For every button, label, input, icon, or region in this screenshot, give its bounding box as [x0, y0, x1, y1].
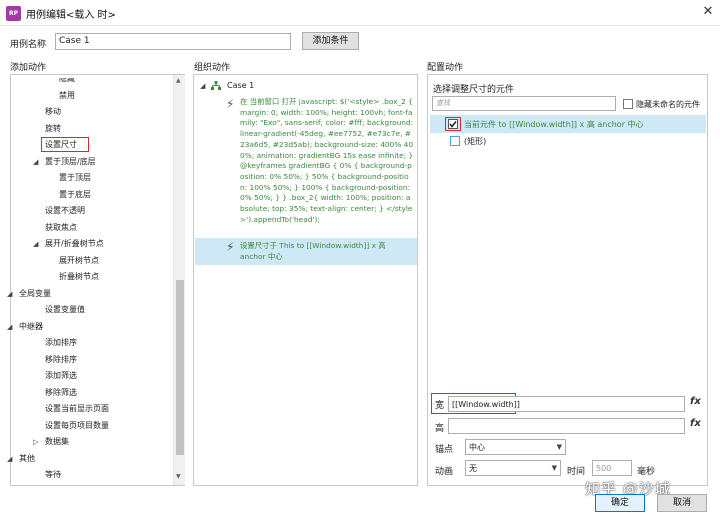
- widget-rect-checkbox[interactable]: [450, 136, 460, 146]
- tree-item[interactable]: 折叠树节点: [59, 271, 99, 282]
- width-input[interactable]: [[Window.width]]: [448, 396, 685, 412]
- tree-expand-caret[interactable]: ◢: [33, 240, 38, 248]
- select-widget-label: 选择调整尺寸的元件: [433, 85, 515, 95]
- time-label: 时间: [567, 467, 586, 477]
- window-title: 用例编辑<载入 时>: [26, 10, 116, 21]
- tree-item[interactable]: 添加排序: [45, 337, 77, 348]
- tree-item[interactable]: 等待: [45, 469, 61, 480]
- add-condition-button[interactable]: 添加条件: [302, 32, 359, 50]
- anchor-value: 中心: [469, 443, 485, 452]
- left-scrollbar[interactable]: ▲ ▼: [173, 75, 185, 485]
- tree-item[interactable]: 置于顶层/底层: [45, 156, 96, 167]
- action-open-javascript[interactable]: 在 当前窗口 打开 javascript: $('<style> .box_2 …: [240, 97, 414, 225]
- add-action-header: 添加动作: [10, 63, 47, 73]
- tree-item[interactable]: 移动: [45, 106, 61, 117]
- width-label: 宽: [435, 401, 445, 411]
- animation-select[interactable]: 无 ▼: [465, 460, 561, 476]
- widget-current-checkbox[interactable]: [448, 119, 458, 129]
- hide-unnamed-checkbox[interactable]: [623, 99, 633, 109]
- tree-collapsed-caret[interactable]: ▷: [33, 438, 38, 446]
- add-action-panel: 隐藏 禁用 移动 旋转 设置尺寸 ◢ 置于顶层/底层 置于顶层 置于底层 设置不透明 获取焦点 ◢ 展开…: [7, 74, 185, 486]
- tree-item[interactable]: 置于顶层: [59, 172, 91, 183]
- title-bar: RP 用例编辑<载入 时> ✕: [0, 0, 720, 26]
- anchor-label: 锚点: [435, 445, 454, 455]
- case-name-label: 用例名称: [10, 40, 47, 50]
- left-scroll-thumb[interactable]: [176, 280, 184, 455]
- scroll-down-icon[interactable]: ▼: [176, 473, 181, 480]
- tree-item[interactable]: 设置变量值: [45, 304, 85, 315]
- tree-item[interactable]: 数据集: [45, 436, 69, 447]
- tree-item[interactable]: 禁用: [59, 90, 75, 101]
- tree-item[interactable]: 展开树节点: [59, 255, 99, 266]
- cancel-button[interactable]: 取消: [657, 494, 707, 512]
- organize-action-header: 组织动作: [194, 63, 231, 73]
- tree-item[interactable]: 移除排序: [45, 354, 77, 365]
- fx-icon[interactable]: fx: [690, 418, 701, 429]
- tree-item[interactable]: 展开/折叠树节点: [45, 238, 104, 249]
- tree-item[interactable]: 设置每页项目数量: [45, 420, 109, 431]
- tree-expand-caret[interactable]: ◢: [33, 158, 38, 166]
- tree-item[interactable]: 移除筛选: [45, 387, 77, 398]
- widget-current-label: 当前元件 to [[Window.width]] x 高 anchor 中心: [464, 120, 644, 129]
- lightning-icon: ⚡: [226, 97, 235, 111]
- tree-item[interactable]: 旋转: [45, 123, 61, 134]
- fx-icon[interactable]: fx: [690, 396, 701, 407]
- chevron-down-icon: ▼: [556, 443, 562, 451]
- time-input[interactable]: 500: [592, 460, 632, 476]
- height-label: 高: [435, 424, 445, 434]
- chevron-down-icon: ▼: [551, 464, 557, 472]
- close-icon[interactable]: ✕: [700, 4, 716, 20]
- widget-search-input[interactable]: 查找: [432, 96, 616, 111]
- height-input[interactable]: [448, 418, 685, 434]
- tree-expand-caret[interactable]: ◢: [7, 290, 12, 298]
- app-icon: RP: [6, 6, 21, 21]
- case-label[interactable]: Case 1: [227, 81, 254, 90]
- tree-item[interactable]: 中继器: [19, 321, 43, 332]
- tree-item[interactable]: 置于底层: [59, 189, 91, 200]
- ok-button[interactable]: 确定: [595, 494, 645, 512]
- tree-expand-caret[interactable]: ◢: [7, 455, 12, 463]
- configure-action-header: 配置动作: [427, 63, 464, 73]
- tree-item[interactable]: 其他: [19, 453, 35, 464]
- tree-item[interactable]: 设置当前显示页面: [45, 403, 109, 414]
- anchor-select[interactable]: 中心 ▼: [465, 439, 566, 455]
- hide-unnamed-label: 隐藏未命名的元件: [636, 100, 700, 109]
- ms-label: 毫秒: [637, 467, 656, 477]
- animation-value: 无: [469, 464, 477, 473]
- set-size-highlight: [41, 137, 89, 152]
- case-icon: [211, 81, 221, 90]
- case-expand-caret[interactable]: ◢: [200, 82, 205, 90]
- organize-action-panel: ◢ Case 1 ⚡ 在 当前窗口 打开 javascript: $('<sty…: [193, 74, 418, 486]
- tree-item[interactable]: 添加筛选: [45, 370, 77, 381]
- lightning-icon: ⚡: [226, 240, 235, 254]
- action-set-size[interactable]: 设置尺寸于 This to [[Window.width]] x 高 ancho…: [240, 241, 410, 262]
- tree-item[interactable]: 隐藏: [59, 78, 75, 84]
- tree-item[interactable]: 全局变量: [19, 288, 51, 299]
- scroll-up-icon[interactable]: ▲: [176, 77, 181, 84]
- case-name-input[interactable]: Case 1: [55, 33, 291, 50]
- tree-expand-caret[interactable]: ◢: [7, 323, 12, 331]
- animation-label: 动画: [435, 467, 454, 477]
- tree-item[interactable]: 设置不透明: [45, 205, 85, 216]
- tree-item[interactable]: 获取焦点: [45, 222, 77, 233]
- configure-action-panel: 选择调整尺寸的元件 查找 隐藏未命名的元件 当前元件 to [[Window.w…: [427, 74, 708, 486]
- widget-rect-label: (矩形): [464, 137, 487, 146]
